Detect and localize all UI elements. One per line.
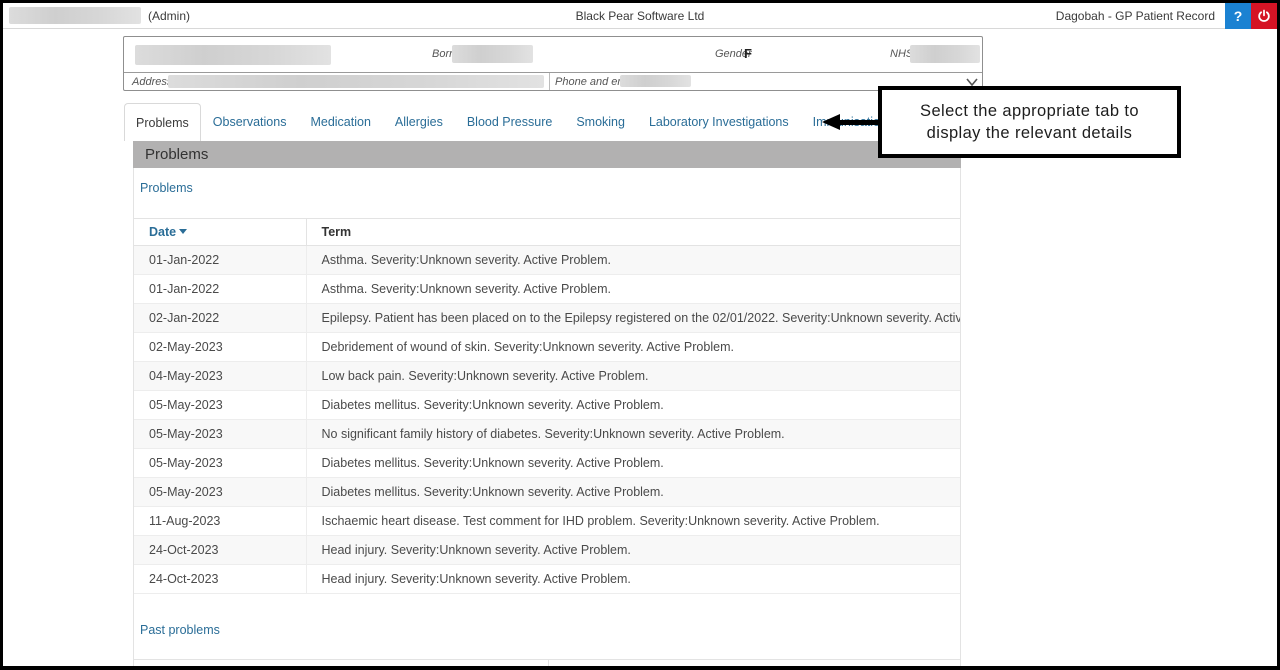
app-title: Dagobah - GP Patient Record (1056, 9, 1215, 23)
problems-table-header-row: Date Term (134, 219, 960, 246)
problem-term-cell: Head injury. Severity:Unknown severity. … (306, 565, 960, 594)
problem-date-cell: 05-May-2023 (134, 420, 306, 449)
problem-date-cell: 11-Aug-2023 (134, 507, 306, 536)
annotation-line-1: Select the appropriate tab to (920, 100, 1139, 122)
past-date-column-header[interactable]: Date (134, 660, 548, 670)
tab-problems[interactable]: Problems (124, 103, 201, 141)
past-problems-header-row: Date Term (134, 660, 960, 670)
gender-value: F (744, 46, 752, 61)
banner-divider (549, 73, 550, 90)
panel-body: Problems Date Term 01-Jan-2022Asthma. Se… (133, 168, 961, 670)
problem-term-cell: No significant family history of diabete… (306, 420, 960, 449)
problem-term-cell: Low back pain. Severity:Unknown severity… (306, 362, 960, 391)
redacted-nhs-number (910, 45, 980, 63)
tab-observations[interactable]: Observations (201, 103, 299, 141)
patient-banner-main-row: Born Gender F NHS (124, 37, 982, 72)
logout-button[interactable] (1251, 3, 1277, 29)
problem-term-cell: Ischaemic heart disease. Test comment fo… (306, 507, 960, 536)
top-bar: (Admin) Black Pear Software Ltd Dagobah … (3, 3, 1277, 29)
problem-date-cell: 05-May-2023 (134, 478, 306, 507)
table-row: 24-Oct-2023Head injury. Severity:Unknown… (134, 536, 960, 565)
tab-medication[interactable]: Medication (298, 103, 382, 141)
tab-allergies[interactable]: Allergies (383, 103, 455, 141)
problem-term-cell: Diabetes mellitus. Severity:Unknown seve… (306, 449, 960, 478)
table-row: 01-Jan-2022Asthma. Severity:Unknown seve… (134, 246, 960, 275)
problem-term-cell: Head injury. Severity:Unknown severity. … (306, 536, 960, 565)
tab-bar: ProblemsObservationsMedicationAllergiesB… (124, 103, 905, 141)
problem-date-cell: 02-May-2023 (134, 333, 306, 362)
annotation-line-2: display the relevant details (927, 122, 1133, 144)
past-problems-link[interactable]: Past problems (140, 623, 220, 637)
table-row: 05-May-2023Diabetes mellitus. Severity:U… (134, 478, 960, 507)
problem-date-cell: 01-Jan-2022 (134, 275, 306, 304)
table-row: 05-May-2023Diabetes mellitus. Severity:U… (134, 449, 960, 478)
date-column-header[interactable]: Date (134, 219, 306, 246)
problems-section-link[interactable]: Problems (140, 181, 193, 195)
problem-date-cell: 05-May-2023 (134, 391, 306, 420)
problems-table-body: 01-Jan-2022Asthma. Severity:Unknown seve… (134, 246, 960, 594)
problem-term-cell: Diabetes mellitus. Severity:Unknown seve… (306, 391, 960, 420)
problem-date-cell: 02-Jan-2022 (134, 304, 306, 333)
table-row: 02-May-2023Debridement of wound of skin.… (134, 333, 960, 362)
table-row: 04-May-2023Low back pain. Severity:Unkno… (134, 362, 960, 391)
problem-term-cell: Diabetes mellitus. Severity:Unknown seve… (306, 478, 960, 507)
question-mark-icon: ? (1234, 8, 1243, 24)
annotation-callout: Select the appropriate tab to display th… (878, 86, 1181, 158)
tab-smoking[interactable]: Smoking (564, 103, 637, 141)
app-window: (Admin) Black Pear Software Ltd Dagobah … (0, 0, 1280, 670)
problem-date-cell: 24-Oct-2023 (134, 565, 306, 594)
problem-term-cell: Asthma. Severity:Unknown severity. Activ… (306, 275, 960, 304)
redacted-birth-date (452, 45, 533, 63)
annotation-arrow-icon (822, 114, 840, 130)
problem-date-cell: 01-Jan-2022 (134, 246, 306, 275)
patient-banner-contact-row: Address Phone and email (124, 72, 982, 90)
patient-banner: Born Gender F NHS Address Phone and emai… (123, 36, 983, 91)
table-row: 05-May-2023Diabetes mellitus. Severity:U… (134, 391, 960, 420)
table-row: 24-Oct-2023Head injury. Severity:Unknown… (134, 565, 960, 594)
problem-term-cell: Asthma. Severity:Unknown severity. Activ… (306, 246, 960, 275)
tab-blood-pressure[interactable]: Blood Pressure (455, 103, 564, 141)
term-column-header[interactable]: Term (306, 219, 960, 246)
sort-desc-icon (179, 229, 187, 234)
redacted-address (168, 75, 544, 88)
table-row: 02-Jan-2022Epilepsy. Patient has been pl… (134, 304, 960, 333)
problem-term-cell: Debridement of wound of skin. Severity:U… (306, 333, 960, 362)
power-icon (1257, 9, 1271, 23)
problems-table: Date Term 01-Jan-2022Asthma. Severity:Un… (134, 218, 960, 594)
table-row: 05-May-2023No significant family history… (134, 420, 960, 449)
table-row: 01-Jan-2022Asthma. Severity:Unknown seve… (134, 275, 960, 304)
annotation-arrow-shaft (839, 120, 879, 125)
address-label: Address (132, 76, 172, 88)
table-row: 11-Aug-2023Ischaemic heart disease. Test… (134, 507, 960, 536)
tab-laboratory-investigations[interactable]: Laboratory Investigations (637, 103, 801, 141)
panel-header: Problems (133, 141, 961, 168)
redacted-patient-name (135, 45, 331, 65)
past-term-column-header[interactable]: Term (548, 660, 960, 670)
past-problems-table: Date Term (134, 659, 960, 670)
problem-date-cell: 24-Oct-2023 (134, 536, 306, 565)
problem-term-cell: Epilepsy. Patient has been placed on to … (306, 304, 960, 333)
help-button[interactable]: ? (1225, 3, 1251, 29)
problem-date-cell: 05-May-2023 (134, 449, 306, 478)
redacted-phone-email (620, 75, 691, 87)
problem-date-cell: 04-May-2023 (134, 362, 306, 391)
